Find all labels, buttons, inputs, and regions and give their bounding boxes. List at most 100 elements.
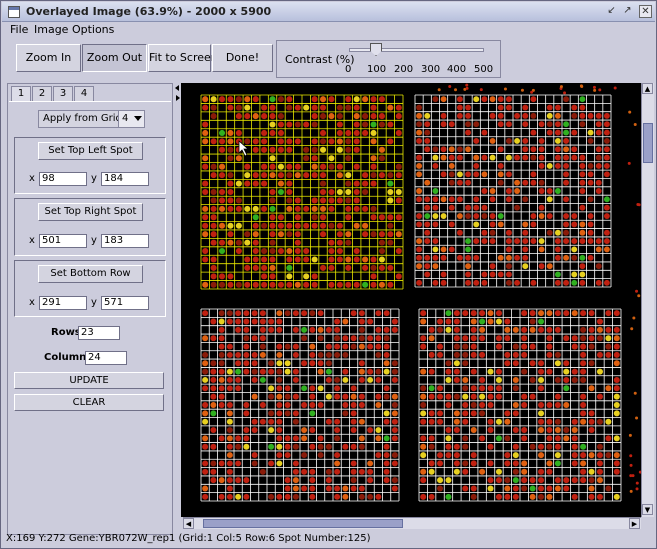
spot[interactable]	[251, 393, 258, 400]
spot[interactable]	[210, 273, 217, 280]
spot[interactable]	[522, 238, 529, 245]
spot[interactable]	[261, 264, 268, 271]
spot[interactable]	[345, 180, 352, 187]
spot[interactable]	[420, 443, 427, 450]
spot[interactable]	[605, 335, 612, 342]
spot[interactable]	[522, 179, 529, 186]
spot[interactable]	[276, 393, 283, 400]
spot[interactable]	[613, 351, 620, 358]
spot[interactable]	[378, 146, 385, 153]
spot[interactable]	[512, 452, 519, 459]
spot[interactable]	[613, 326, 620, 333]
spot[interactable]	[462, 468, 469, 475]
spot[interactable]	[277, 138, 284, 145]
spot[interactable]	[514, 204, 521, 211]
spot[interactable]	[378, 155, 385, 162]
horizontal-scroll-thumb[interactable]	[203, 519, 403, 528]
spot[interactable]	[479, 393, 486, 400]
spot[interactable]	[276, 360, 283, 367]
spot[interactable]	[210, 402, 217, 408]
spot[interactable]	[210, 393, 217, 400]
spot[interactable]	[440, 213, 447, 219]
spot[interactable]	[350, 385, 357, 392]
spot[interactable]	[320, 96, 327, 103]
spot[interactable]	[479, 326, 486, 333]
spot[interactable]	[227, 197, 234, 204]
spot[interactable]	[481, 188, 488, 194]
spot[interactable]	[504, 360, 511, 367]
spot[interactable]	[218, 351, 225, 358]
spot[interactable]	[437, 326, 444, 333]
spot[interactable]	[571, 271, 578, 278]
spot[interactable]	[320, 172, 327, 179]
spot[interactable]	[202, 163, 209, 170]
spot[interactable]	[514, 137, 521, 144]
spot[interactable]	[391, 368, 398, 375]
spot[interactable]	[391, 477, 398, 484]
spot[interactable]	[588, 468, 595, 475]
spot[interactable]	[210, 335, 217, 342]
spot[interactable]	[334, 326, 341, 333]
spot[interactable]	[489, 188, 496, 194]
spot[interactable]	[588, 335, 595, 342]
spot[interactable]	[309, 393, 316, 400]
spot[interactable]	[605, 485, 612, 492]
spot[interactable]	[243, 477, 250, 484]
spot[interactable]	[251, 376, 258, 383]
spot[interactable]	[294, 239, 301, 246]
spot[interactable]	[554, 360, 561, 367]
spot[interactable]	[334, 418, 341, 425]
spot[interactable]	[251, 360, 258, 367]
spot[interactable]	[487, 460, 494, 467]
spot[interactable]	[563, 238, 570, 245]
spot[interactable]	[284, 385, 291, 392]
spot[interactable]	[375, 376, 382, 383]
spot[interactable]	[563, 163, 570, 169]
spot[interactable]	[252, 231, 259, 238]
spot[interactable]	[505, 246, 512, 253]
spot[interactable]	[284, 360, 291, 367]
spot[interactable]	[512, 360, 519, 367]
spot[interactable]	[311, 281, 318, 288]
spot[interactable]	[294, 104, 301, 111]
spot[interactable]	[286, 138, 293, 145]
spot[interactable]	[529, 310, 536, 317]
spot[interactable]	[219, 146, 226, 153]
spot[interactable]	[437, 393, 444, 400]
spot[interactable]	[546, 229, 553, 236]
spot[interactable]	[243, 343, 250, 350]
spot[interactable]	[521, 427, 528, 434]
spot[interactable]	[420, 335, 427, 342]
spot[interactable]	[487, 401, 494, 409]
spot[interactable]	[317, 443, 324, 450]
spot[interactable]	[453, 368, 460, 375]
spot[interactable]	[358, 335, 365, 342]
spot[interactable]	[350, 468, 357, 475]
spot[interactable]	[456, 104, 463, 111]
spot[interactable]	[479, 310, 486, 317]
spot[interactable]	[521, 326, 528, 333]
spot[interactable]	[210, 188, 217, 196]
spot[interactable]	[462, 351, 469, 358]
spot[interactable]	[420, 468, 427, 475]
spot[interactable]	[522, 121, 529, 128]
spot[interactable]	[362, 129, 369, 136]
spot[interactable]	[580, 468, 587, 475]
spot[interactable]	[470, 343, 477, 350]
spot[interactable]	[336, 197, 343, 204]
spot[interactable]	[579, 238, 586, 245]
spot[interactable]	[521, 310, 528, 317]
spot[interactable]	[481, 154, 488, 161]
spot[interactable]	[538, 204, 545, 211]
spot[interactable]	[613, 310, 620, 317]
spot[interactable]	[353, 163, 360, 170]
spot[interactable]	[269, 188, 276, 196]
spot[interactable]	[243, 443, 250, 450]
bottom-row-x-field[interactable]: 291	[39, 296, 87, 310]
spot[interactable]	[259, 310, 266, 317]
spot[interactable]	[588, 485, 595, 492]
spot[interactable]	[462, 485, 469, 492]
spot[interactable]	[301, 385, 308, 392]
spot[interactable]	[303, 121, 310, 128]
spot[interactable]	[424, 271, 431, 278]
